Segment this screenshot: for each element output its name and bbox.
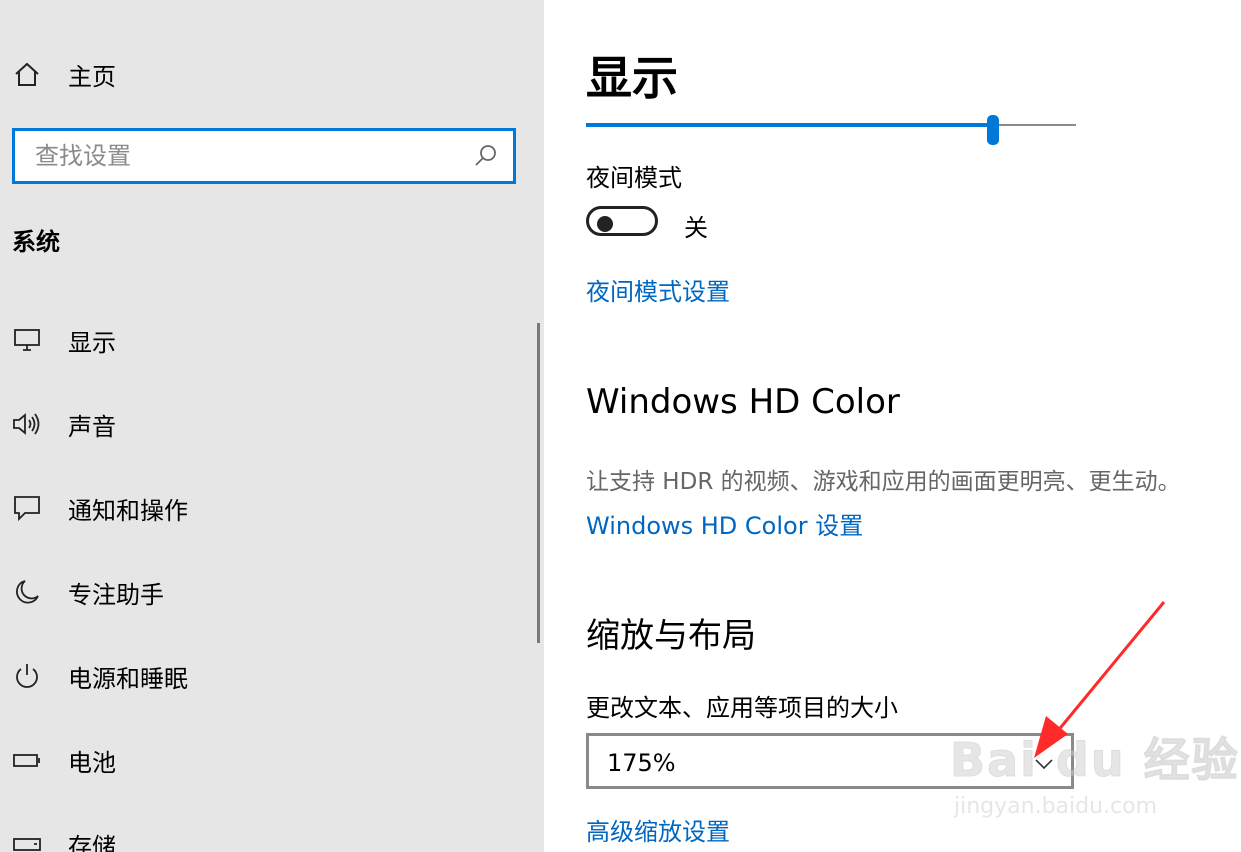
advanced-scaling-link[interactable]: 高级缩放设置 — [586, 812, 730, 847]
night-mode-settings-link[interactable]: 夜间模式设置 — [586, 272, 730, 307]
sidebar-item-storage[interactable]: 存储 — [0, 802, 530, 852]
storage-icon — [12, 829, 42, 852]
slider-track-fill — [586, 123, 993, 127]
sidebar-item-label: 显示 — [68, 328, 116, 357]
hd-color-title: Windows HD Color — [586, 382, 900, 422]
sidebar-item-label: 专注助手 — [68, 580, 164, 609]
sidebar: 主页 系统 显示 声音 — [0, 0, 544, 852]
hd-color-description: 让支持 HDR 的视频、游戏和应用的画面更明亮、更生动。 — [586, 469, 1181, 495]
moon-icon — [12, 577, 42, 607]
sidebar-nav: 显示 声音 通知和操作 专注助手 电源和睡眠 电池 存储 — [0, 298, 530, 852]
search-box[interactable] — [12, 128, 516, 184]
baidu-watermark: Bai du 经验 jingyan.baidu.com — [950, 724, 1239, 824]
sidebar-item-focus-assist[interactable]: 专注助手 — [0, 550, 530, 634]
slider-thumb[interactable] — [987, 115, 999, 145]
sidebar-item-power-sleep[interactable]: 电源和睡眠 — [0, 634, 530, 718]
sidebar-item-label: 通知和操作 — [68, 496, 188, 525]
sidebar-item-label: 存储 — [68, 832, 116, 852]
section-title: 系统 — [12, 228, 60, 256]
brightness-slider[interactable] — [586, 115, 1076, 145]
sidebar-item-label: 电池 — [68, 748, 116, 777]
speaker-icon — [12, 409, 42, 439]
monitor-icon — [12, 325, 42, 355]
sidebar-scrollbar[interactable] — [537, 323, 540, 643]
hd-color-settings-link[interactable]: Windows HD Color 设置 — [586, 506, 863, 541]
sidebar-item-label: 声音 — [68, 412, 116, 441]
search-input[interactable] — [15, 131, 475, 181]
scale-layout-title: 缩放与布局 — [586, 616, 756, 656]
night-mode-label: 夜间模式 — [586, 164, 682, 192]
battery-icon — [12, 745, 42, 775]
sidebar-item-label: 主页 — [68, 62, 116, 91]
watermark-line1: Bai du 经验 — [950, 733, 1240, 788]
sidebar-item-home[interactable]: 主页 — [12, 56, 116, 92]
toggle-knob — [597, 216, 613, 232]
night-mode-state: 关 — [684, 214, 708, 242]
search-icon[interactable] — [473, 143, 499, 169]
page-title: 显示 — [586, 51, 678, 105]
home-icon — [12, 59, 42, 89]
sidebar-item-notifications[interactable]: 通知和操作 — [0, 466, 530, 550]
notification-icon — [12, 493, 42, 523]
night-mode-toggle[interactable] — [586, 206, 658, 236]
sidebar-item-sound[interactable]: 声音 — [0, 382, 530, 466]
sidebar-item-battery[interactable]: 电池 — [0, 718, 530, 802]
scale-label: 更改文本、应用等项目的大小 — [586, 694, 898, 722]
sidebar-item-display[interactable]: 显示 — [0, 298, 530, 382]
power-icon — [12, 661, 42, 691]
scale-dropdown-value: 175% — [607, 749, 676, 777]
sidebar-item-label: 电源和睡眠 — [68, 664, 188, 693]
slider-track — [993, 124, 1076, 126]
watermark-line2: jingyan.baidu.com — [954, 794, 1158, 819]
